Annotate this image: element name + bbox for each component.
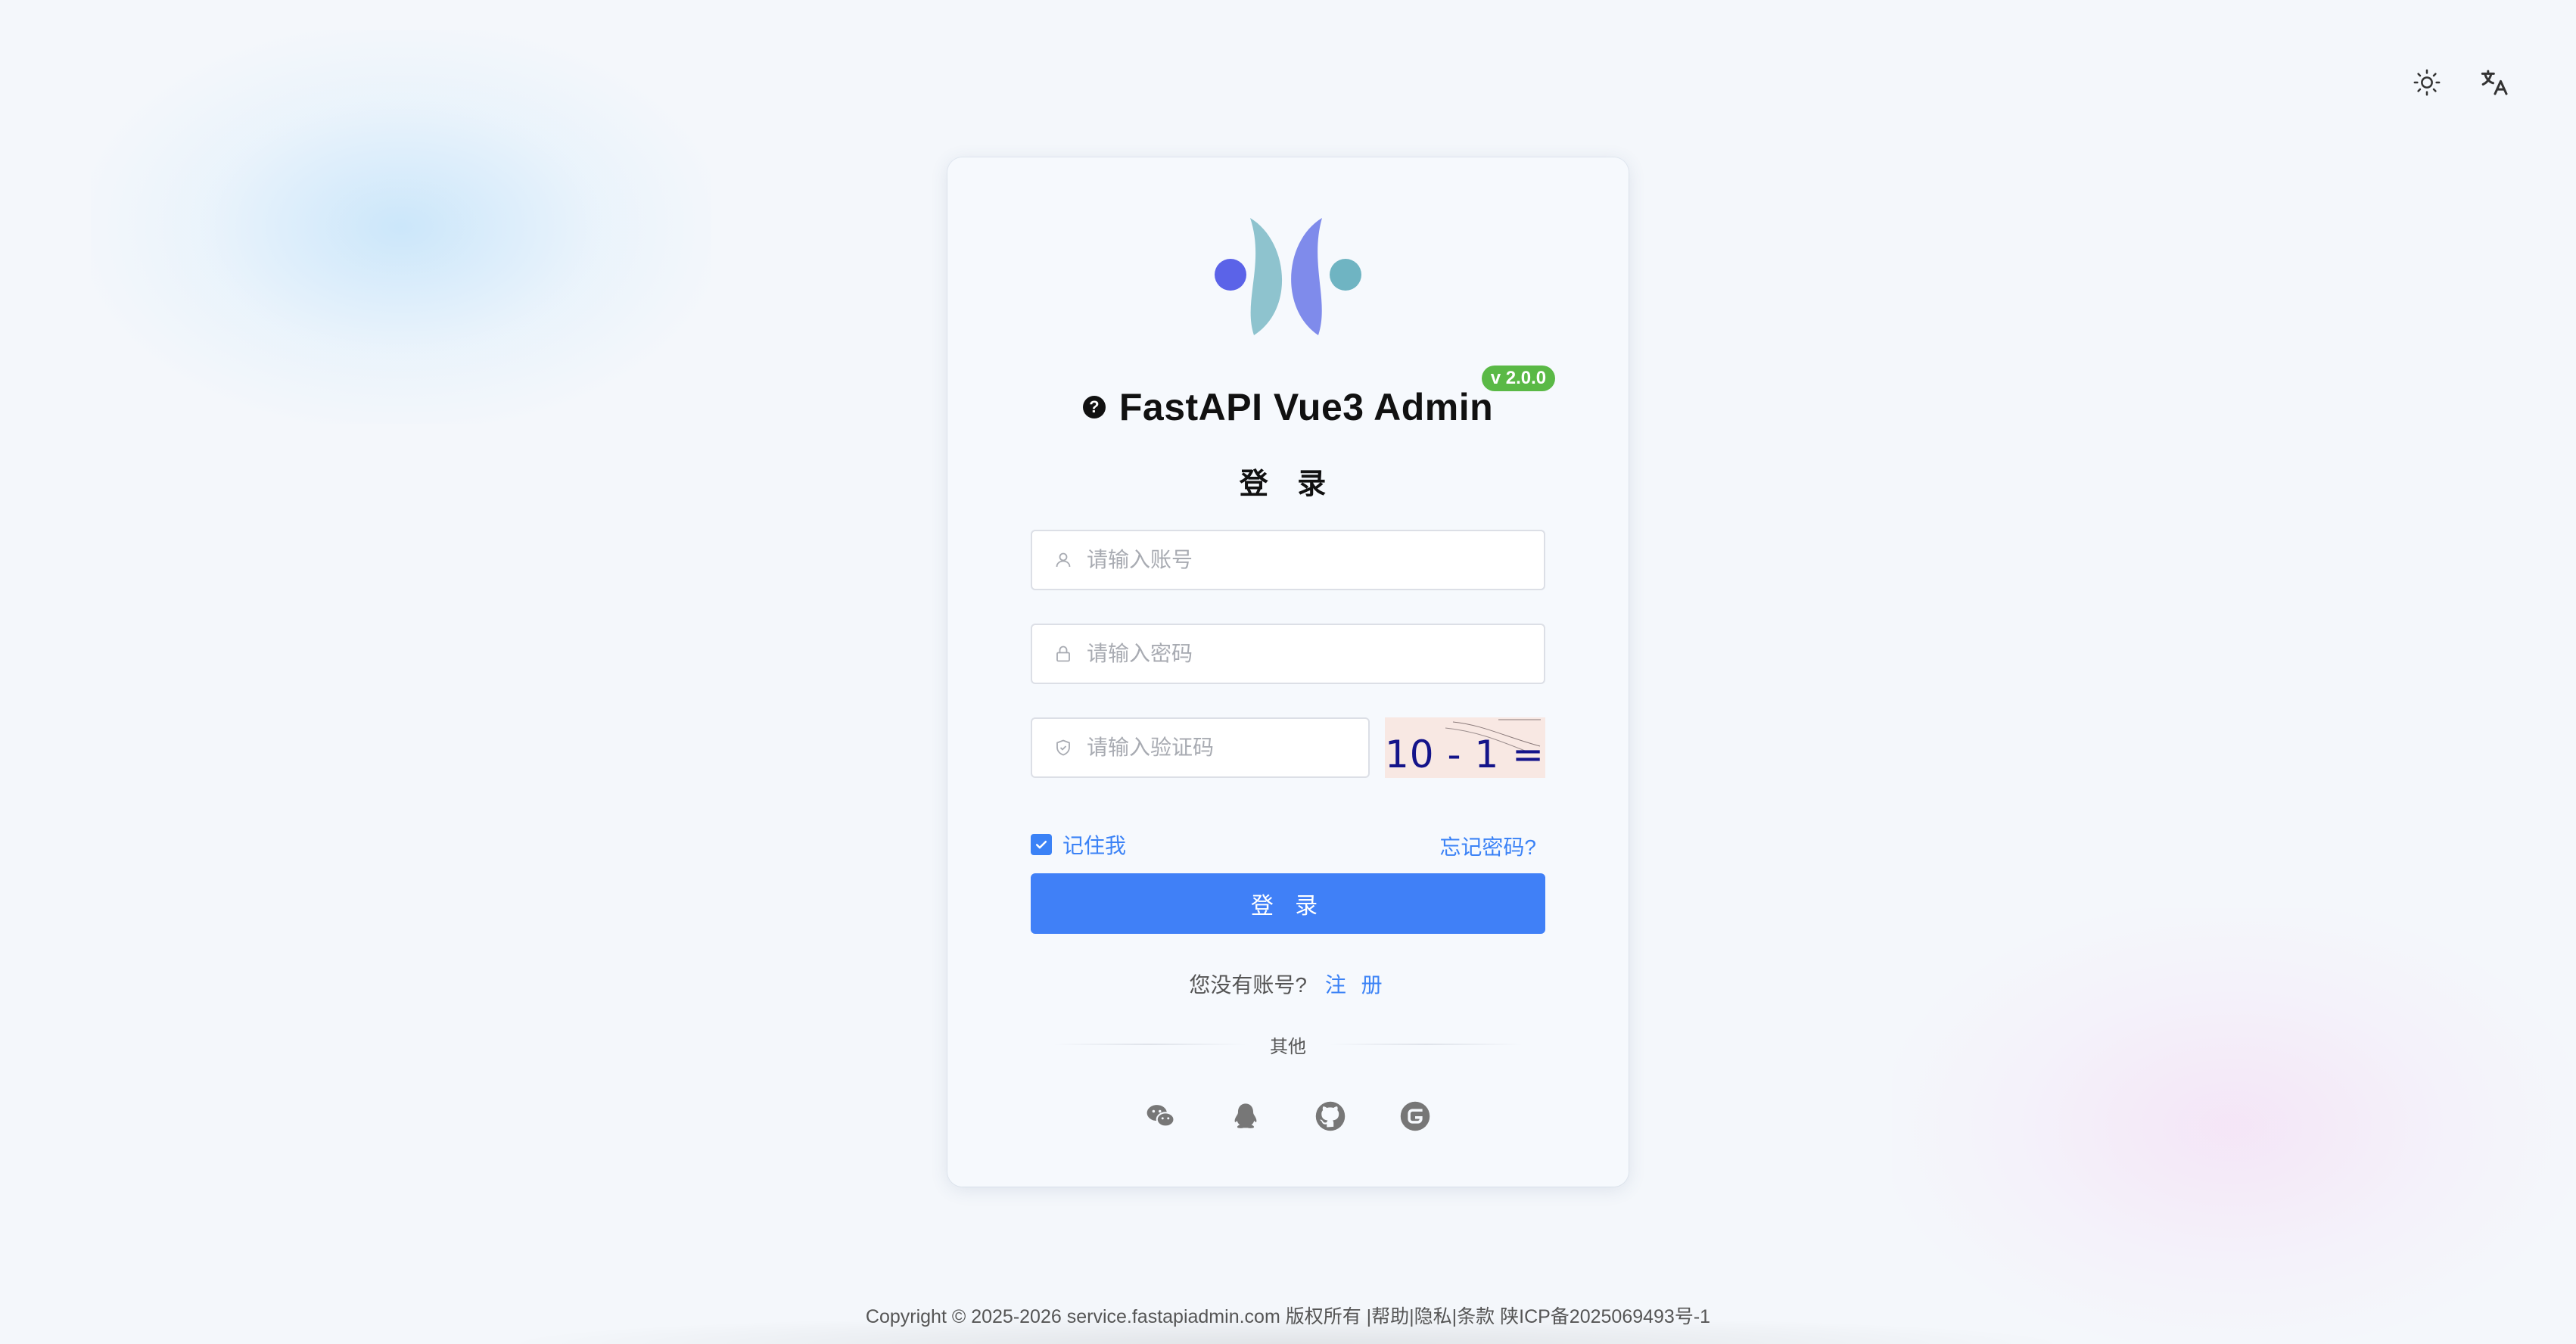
language-button[interactable] xyxy=(2479,67,2511,98)
help-icon[interactable]: ? xyxy=(1082,396,1106,418)
password-input[interactable] xyxy=(1087,642,1544,666)
login-heading: 登 录 xyxy=(1239,468,1337,500)
captcha-text: 10 - 1 = ? xyxy=(1385,733,1545,776)
username-field[interactable] xyxy=(1031,530,1545,590)
remember-me[interactable]: 记住我 xyxy=(1031,829,1126,860)
footer: Copyright © 2025-2026 service.fastapiadm… xyxy=(0,1302,2576,1329)
captcha-image[interactable]: 10 - 1 = ? xyxy=(1385,717,1545,778)
shield-icon xyxy=(1053,738,1073,758)
footer-privacy-link[interactable]: |隐私 xyxy=(1409,1306,1452,1327)
version-badge: v 2.0.0 xyxy=(1481,366,1556,391)
wechat-login-button[interactable] xyxy=(1145,1100,1177,1132)
footer-icp-link[interactable]: 陕ICP备2025069493号-1 xyxy=(1500,1306,1710,1327)
qq-icon xyxy=(1234,1103,1257,1128)
footer-copyright: Copyright © 2025-2026 service.fastapiadm… xyxy=(865,1306,1361,1327)
translate-icon xyxy=(2481,70,2508,95)
sun-icon xyxy=(2413,69,2441,96)
captcha-input[interactable] xyxy=(1087,736,1368,760)
forgot-password-link[interactable]: 忘记密码? xyxy=(1439,831,1536,861)
login-card: ? FastAPI Vue3 Admin v 2.0.0 登 录 请输入账号 请… xyxy=(947,157,1629,1187)
footer-help-link[interactable]: |帮助 xyxy=(1367,1306,1410,1327)
password-field[interactable] xyxy=(1031,624,1545,684)
lock-icon xyxy=(1053,644,1073,664)
other-divider: 其他 xyxy=(1053,1029,1523,1059)
remember-label: 记住我 xyxy=(1062,834,1127,857)
username-input[interactable] xyxy=(1087,548,1544,572)
github-icon xyxy=(1315,1101,1346,1131)
footer-terms-link[interactable]: |条款 xyxy=(1452,1306,1495,1327)
user-icon xyxy=(1053,550,1073,570)
check-icon xyxy=(1035,841,1047,849)
title-row: ? FastAPI Vue3 Admin v 2.0.0 xyxy=(947,366,1629,437)
no-account-text: 您没有账号? xyxy=(1189,973,1307,997)
wechat-icon xyxy=(1146,1105,1175,1128)
captcha-field[interactable] xyxy=(1031,717,1370,778)
app-logo xyxy=(1215,218,1361,335)
gitee-icon xyxy=(1400,1101,1430,1131)
app-title: FastAPI Vue3 Admin xyxy=(1118,386,1494,428)
other-label: 其他 xyxy=(1270,1036,1306,1057)
gitee-login-button[interactable] xyxy=(1399,1100,1431,1132)
login-button[interactable]: 登 录 xyxy=(1031,873,1545,934)
theme-toggle-button[interactable] xyxy=(2411,67,2443,98)
header-actions xyxy=(2411,67,2511,98)
remember-checkbox[interactable] xyxy=(1031,834,1052,855)
register-row: 您没有账号? 注 册 xyxy=(947,969,1629,999)
register-link[interactable]: 注 册 xyxy=(1325,973,1387,997)
qq-login-button[interactable] xyxy=(1230,1100,1262,1132)
social-login-list xyxy=(947,1100,1629,1132)
github-login-button[interactable] xyxy=(1314,1100,1346,1132)
